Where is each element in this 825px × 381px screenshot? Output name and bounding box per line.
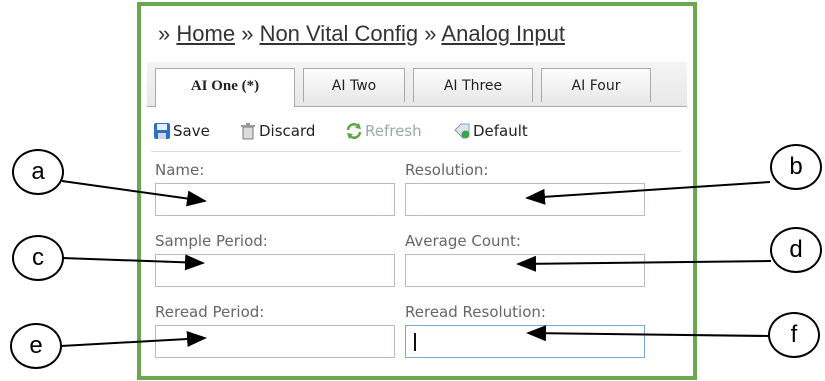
arrow-f — [526, 325, 769, 342]
callout-a: a — [12, 149, 64, 195]
callout-c: c — [12, 235, 64, 281]
callout-f: f — [768, 312, 820, 358]
callout-b: b — [770, 144, 822, 190]
arrow-e — [60, 331, 207, 347]
callout-d: d — [770, 227, 822, 273]
callout-e: e — [10, 323, 62, 369]
annotated-screenshot: » Home » Non Vital Config » Analog Input… — [0, 0, 825, 381]
arrow-a — [61, 180, 207, 207]
arrow-b — [525, 181, 771, 205]
arrow-d — [516, 255, 772, 272]
arrow-c — [61, 254, 205, 271]
callout-arrows — [60, 180, 772, 347]
